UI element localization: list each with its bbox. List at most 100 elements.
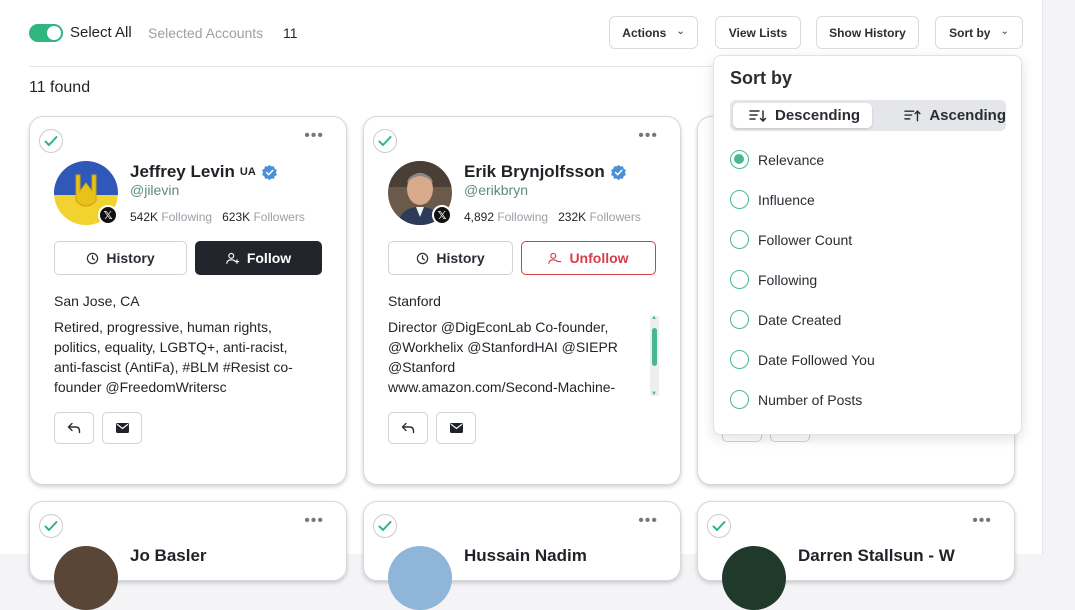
page-gutter xyxy=(1043,0,1075,554)
select-checkbox[interactable] xyxy=(373,129,397,153)
avatar xyxy=(54,546,118,610)
followers-label: Followers xyxy=(589,210,641,224)
sort-option-influence[interactable]: Influence xyxy=(730,190,815,209)
chevron-down-icon: ⌄ xyxy=(1000,26,1009,37)
account-flag: UA xyxy=(239,166,256,178)
reply-button[interactable] xyxy=(388,412,428,444)
more-options-icon[interactable]: ••• xyxy=(304,127,324,145)
more-options-icon[interactable]: ••• xyxy=(972,512,992,530)
account-name: Hussain Nadim xyxy=(464,546,587,565)
account-stats: 4,892 Following 232K Followers xyxy=(464,210,641,224)
sort-option-number-of-posts[interactable]: Number of Posts xyxy=(730,390,862,409)
remove-user-icon xyxy=(548,252,562,264)
history-label: History xyxy=(436,250,485,266)
following-count: 542K xyxy=(130,210,159,224)
ascending-label: Ascending xyxy=(929,107,1006,124)
sort-option-date-followed-you[interactable]: Date Followed You xyxy=(730,350,875,369)
sort-option-label: Date Followed You xyxy=(758,351,875,368)
select-all-toggle[interactable] xyxy=(29,24,63,42)
x-platform-icon: 𝕏 xyxy=(432,205,452,225)
followers-label: Followers xyxy=(253,210,305,224)
sort-menu-title: Sort by xyxy=(730,68,793,88)
following-label: Following xyxy=(161,210,213,224)
unfollow-label: Unfollow xyxy=(569,250,629,266)
clock-icon xyxy=(417,252,429,264)
history-button[interactable]: History xyxy=(54,241,187,275)
account-card: ••• Jo Basler xyxy=(29,501,347,610)
bio-scrollbar[interactable]: ▲ ▼ xyxy=(650,315,659,397)
show-history-label: Show History xyxy=(829,25,906,40)
sort-descending-option[interactable]: Descending xyxy=(733,103,872,128)
scrollbar-thumb[interactable] xyxy=(652,328,657,366)
follow-button[interactable]: Follow xyxy=(195,241,322,275)
verified-badge-icon xyxy=(610,164,626,180)
sort-option-label: Date Created xyxy=(758,311,842,328)
actions-label: Actions xyxy=(622,25,667,40)
account-handle[interactable]: @erikbryn xyxy=(464,182,528,198)
sort-option-follower-count[interactable]: Follower Count xyxy=(730,230,852,249)
reply-icon xyxy=(401,422,415,434)
select-checkbox[interactable] xyxy=(373,514,397,538)
sort-by-button[interactable]: Sort by ⌄ xyxy=(935,16,1023,49)
account-name: Jeffrey Levin UA xyxy=(130,162,278,182)
account-location: Stanford xyxy=(388,293,441,309)
check-icon xyxy=(44,521,58,531)
radio-icon xyxy=(730,310,749,329)
account-card: ••• 𝕏 Erik Brynjolfsson @erikbryn 4,892 … xyxy=(363,116,681,485)
check-icon xyxy=(712,521,726,531)
account-name: Darren Stallsun - W xyxy=(798,546,955,565)
account-name: Jo Basler xyxy=(130,546,207,565)
account-name-text: Jeffrey Levin xyxy=(130,162,235,181)
select-checkbox[interactable] xyxy=(707,514,731,538)
chevron-down-icon: ⌄ xyxy=(676,26,685,37)
sort-option-label: Number of Posts xyxy=(758,391,863,408)
account-stats: 542K Following 623K Followers xyxy=(130,210,305,224)
account-card: ••• Hussain Nadim xyxy=(363,501,681,610)
verified-badge-icon xyxy=(261,164,277,180)
follow-label: Follow xyxy=(246,250,292,266)
sort-option-relevance[interactable]: Relevance xyxy=(730,150,824,169)
account-handle[interactable]: @jilevin xyxy=(130,182,179,198)
sort-option-date-created[interactable]: Date Created xyxy=(730,310,841,329)
select-all-label[interactable]: Select All xyxy=(70,24,132,41)
radio-icon xyxy=(730,190,749,209)
sort-ascending-option[interactable]: Ascending xyxy=(888,103,1006,128)
message-button[interactable] xyxy=(436,412,476,444)
account-card: ••• Darren Stallsun - W xyxy=(697,501,1015,610)
mail-icon xyxy=(449,423,463,433)
account-location: San Jose, CA xyxy=(54,293,140,309)
following-count: 4,892 xyxy=(464,210,495,224)
bio-line: Director @DigEconLab Co-founder, xyxy=(388,319,609,335)
bio-line: @Stanford xyxy=(388,359,456,375)
scroll-down-icon[interactable]: ▼ xyxy=(651,391,657,397)
account-card: ••• 𝕏 Jeffrey Levin UA @jilevin 542K Fol… xyxy=(29,116,347,485)
history-button[interactable]: History xyxy=(388,241,513,275)
radio-icon xyxy=(730,390,749,409)
clock-icon xyxy=(87,252,99,264)
show-history-button[interactable]: Show History xyxy=(816,16,919,49)
unfollow-button[interactable]: Unfollow xyxy=(521,241,656,275)
selected-accounts-label: Selected Accounts xyxy=(148,25,264,41)
select-checkbox[interactable] xyxy=(39,129,63,153)
actions-button[interactable]: Actions ⌄ xyxy=(609,16,698,49)
radio-icon xyxy=(730,350,749,369)
account-bio: Retired, progressive, human rights, poli… xyxy=(54,319,293,395)
reply-button[interactable] xyxy=(54,412,94,444)
more-options-icon[interactable]: ••• xyxy=(304,512,324,530)
following-label: Following xyxy=(497,210,549,224)
bio-line: www.amazon.com/Second-Machine- xyxy=(388,379,616,395)
message-button[interactable] xyxy=(102,412,142,444)
sort-option-following[interactable]: Following xyxy=(730,270,817,289)
view-lists-button[interactable]: View Lists xyxy=(715,16,801,49)
more-options-icon[interactable]: ••• xyxy=(638,512,658,530)
scroll-up-icon[interactable]: ▲ xyxy=(651,315,657,321)
account-bio: Director @DigEconLab Co-founder, @Workhe… xyxy=(388,317,640,397)
check-icon xyxy=(44,136,58,146)
mail-icon xyxy=(115,423,129,433)
more-options-icon[interactable]: ••• xyxy=(638,127,658,145)
sort-option-label: Following xyxy=(758,271,818,288)
avatar xyxy=(722,546,786,610)
select-checkbox[interactable] xyxy=(39,514,63,538)
sort-direction-toggle: Descending Ascending xyxy=(730,100,1006,131)
radio-icon xyxy=(730,270,749,289)
